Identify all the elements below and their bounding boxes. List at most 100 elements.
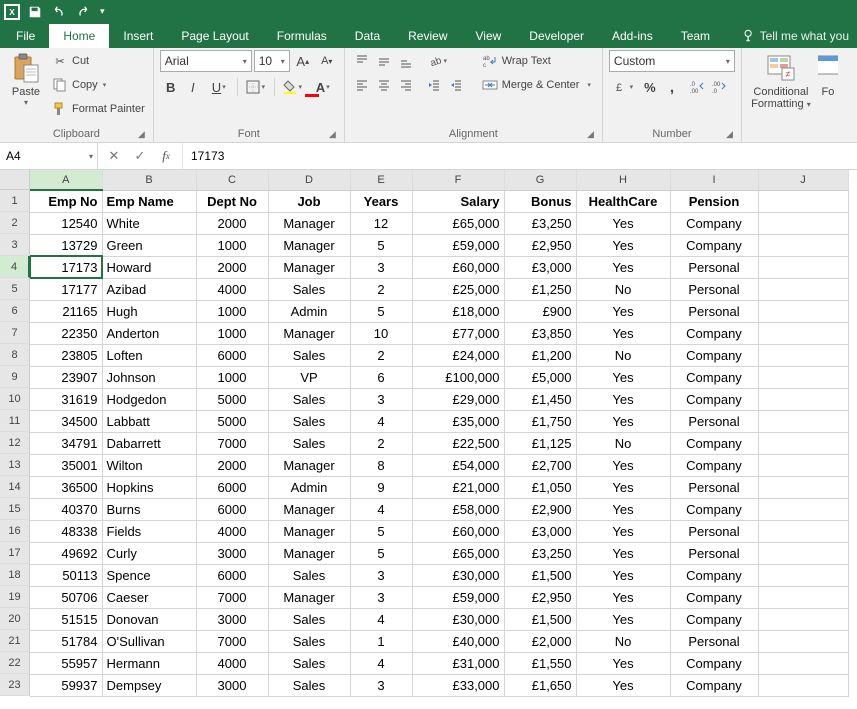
cell[interactable]: Yes: [576, 652, 670, 674]
align-right-button[interactable]: [395, 74, 417, 96]
comma-button[interactable]: ,: [661, 76, 683, 98]
cell[interactable]: £77,000: [412, 322, 504, 344]
cell[interactable]: Bonus: [504, 190, 576, 212]
cell[interactable]: Yes: [576, 212, 670, 234]
cell[interactable]: 6000: [196, 476, 268, 498]
cell[interactable]: £29,000: [412, 388, 504, 410]
cell[interactable]: 10: [350, 322, 412, 344]
cell[interactable]: Yes: [576, 498, 670, 520]
cell[interactable]: 3000: [196, 674, 268, 696]
cell[interactable]: 1000: [196, 322, 268, 344]
cell[interactable]: 35001: [30, 454, 102, 476]
cell[interactable]: Company: [670, 586, 758, 608]
cell[interactable]: £24,000: [412, 344, 504, 366]
font-name-combo[interactable]: Arial▾: [160, 50, 252, 72]
align-top-button[interactable]: [351, 50, 373, 72]
cell[interactable]: [758, 586, 848, 608]
cell[interactable]: Azibad: [102, 278, 196, 300]
cell[interactable]: £1,500: [504, 608, 576, 630]
align-left-button[interactable]: [351, 74, 373, 96]
column-header[interactable]: G: [504, 170, 576, 190]
cell[interactable]: Donovan: [102, 608, 196, 630]
cell[interactable]: 4: [350, 410, 412, 432]
cell[interactable]: £2,000: [504, 630, 576, 652]
merge-center-button[interactable]: Merge & Center▾: [477, 74, 596, 96]
cell[interactable]: [758, 234, 848, 256]
cell[interactable]: Personal: [670, 476, 758, 498]
row-header[interactable]: 5: [0, 278, 30, 300]
cell[interactable]: 5000: [196, 410, 268, 432]
cell[interactable]: 6000: [196, 498, 268, 520]
cell[interactable]: Yes: [576, 674, 670, 696]
cell[interactable]: 4: [350, 608, 412, 630]
cell[interactable]: 40370: [30, 498, 102, 520]
insert-function-button[interactable]: fx: [154, 145, 178, 167]
cell[interactable]: Job: [268, 190, 350, 212]
tab-developer[interactable]: Developer: [515, 24, 598, 48]
select-all-corner[interactable]: [0, 170, 30, 190]
row-header[interactable]: 8: [0, 344, 30, 366]
cell[interactable]: Sales: [268, 564, 350, 586]
row-header[interactable]: 7: [0, 322, 30, 344]
tab-home[interactable]: Home: [49, 24, 109, 48]
cell[interactable]: 3: [350, 564, 412, 586]
cell[interactable]: 2: [350, 344, 412, 366]
cell[interactable]: 1: [350, 630, 412, 652]
cell[interactable]: Personal: [670, 520, 758, 542]
cell[interactable]: Sales: [268, 344, 350, 366]
cell[interactable]: Sales: [268, 410, 350, 432]
cell[interactable]: £31,000: [412, 652, 504, 674]
cell[interactable]: £900: [504, 300, 576, 322]
cell[interactable]: [758, 476, 848, 498]
cell[interactable]: Salary: [412, 190, 504, 212]
cell[interactable]: £30,000: [412, 564, 504, 586]
cell[interactable]: Yes: [576, 388, 670, 410]
cell[interactable]: £2,950: [504, 586, 576, 608]
cell[interactable]: Pension: [670, 190, 758, 212]
fill-color-button[interactable]: ▾: [278, 76, 308, 98]
row-header[interactable]: 22: [0, 652, 30, 674]
cell[interactable]: £60,000: [412, 256, 504, 278]
cell[interactable]: 2: [350, 432, 412, 454]
cell[interactable]: £30,000: [412, 608, 504, 630]
row-header[interactable]: 20: [0, 608, 30, 630]
cell[interactable]: £1,250: [504, 278, 576, 300]
dialog-launcher-icon[interactable]: ◢: [138, 129, 145, 140]
cell[interactable]: Company: [670, 212, 758, 234]
cell[interactable]: £1,450: [504, 388, 576, 410]
formula-input[interactable]: 17173: [183, 143, 857, 169]
cell[interactable]: 12: [350, 212, 412, 234]
cell[interactable]: [758, 432, 848, 454]
cell[interactable]: £21,000: [412, 476, 504, 498]
tab-addins[interactable]: Add-ins: [598, 24, 667, 48]
cell[interactable]: 36500: [30, 476, 102, 498]
cell[interactable]: £1,650: [504, 674, 576, 696]
redo-icon[interactable]: [76, 5, 90, 19]
cell[interactable]: Yes: [576, 454, 670, 476]
save-icon[interactable]: [28, 5, 42, 19]
cell[interactable]: No: [576, 344, 670, 366]
column-header[interactable]: I: [670, 170, 758, 190]
cell[interactable]: Personal: [670, 542, 758, 564]
cell[interactable]: Manager: [268, 520, 350, 542]
orientation-button[interactable]: ab▾: [423, 50, 453, 72]
cell[interactable]: 23805: [30, 344, 102, 366]
cell[interactable]: 48338: [30, 520, 102, 542]
cell[interactable]: £2,900: [504, 498, 576, 520]
increase-decimal-button[interactable]: .0.00: [687, 76, 709, 98]
cell[interactable]: £58,000: [412, 498, 504, 520]
borders-button[interactable]: ▾: [241, 76, 271, 98]
cell[interactable]: Company: [670, 322, 758, 344]
cell[interactable]: [758, 410, 848, 432]
cell[interactable]: Yes: [576, 542, 670, 564]
cell[interactable]: Manager: [268, 212, 350, 234]
cell[interactable]: Hugh: [102, 300, 196, 322]
cell[interactable]: £18,000: [412, 300, 504, 322]
cell[interactable]: 17177: [30, 278, 102, 300]
tab-file[interactable]: File: [2, 24, 49, 48]
row-header[interactable]: 19: [0, 586, 30, 608]
cell[interactable]: Sales: [268, 652, 350, 674]
row-header[interactable]: 15: [0, 498, 30, 520]
cell[interactable]: White: [102, 212, 196, 234]
cell[interactable]: 23907: [30, 366, 102, 388]
